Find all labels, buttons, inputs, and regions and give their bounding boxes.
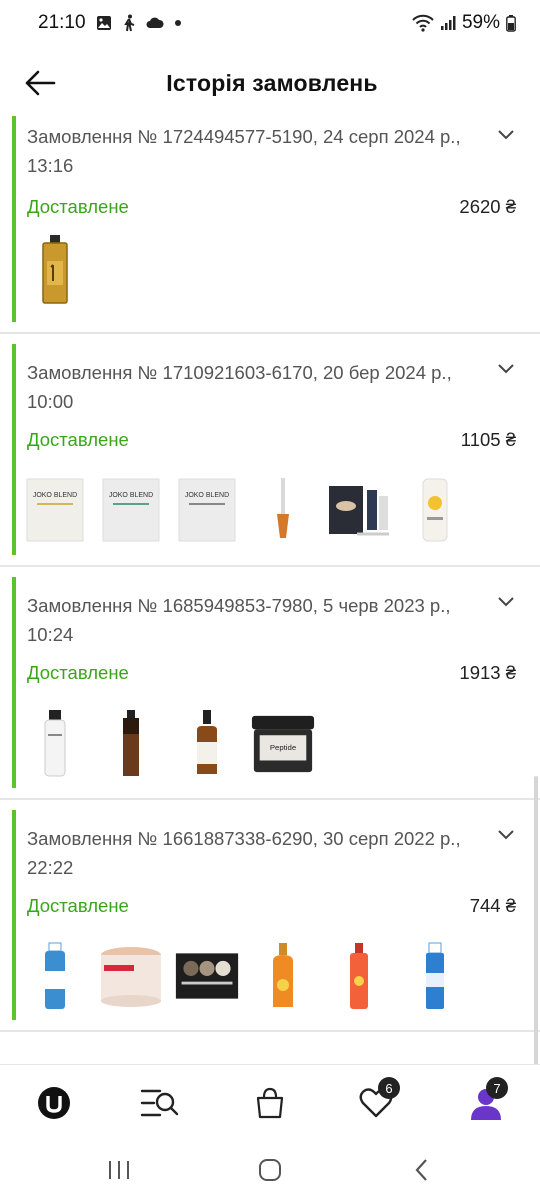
order-title: Замовлення № 1685949853-7980, 5 черв 202… xyxy=(27,595,451,645)
product-thumbnail[interactable]: JOKO BLEND xyxy=(22,475,88,545)
product-thumbnail[interactable] xyxy=(98,708,164,778)
status-right: 59% xyxy=(412,12,516,34)
nav-home[interactable] xyxy=(24,1065,84,1141)
battery-percent: 59% xyxy=(461,12,500,33)
order-accent-bar xyxy=(12,577,16,788)
home-circle-icon xyxy=(259,1159,281,1181)
order-price: 1105 ₴ xyxy=(460,429,516,450)
order-accent-bar xyxy=(12,344,16,555)
product-thumbnail[interactable]: JOKO BLEND xyxy=(174,475,240,545)
page-title: Історія замовлень xyxy=(166,69,378,96)
dot-icon xyxy=(174,19,182,27)
chevron-down-icon[interactable] xyxy=(496,828,516,842)
recents-button[interactable] xyxy=(99,1156,139,1184)
battery-icon xyxy=(506,14,516,32)
order-card[interactable]: Замовлення № 1724494577-5190, 24 серп 20… xyxy=(0,116,540,334)
status-bar: 21:10 59% xyxy=(0,0,540,46)
svg-text:JOKO BLEND: JOKO BLEND xyxy=(109,492,153,499)
order-price: 1913 ₴ xyxy=(459,662,516,683)
product-thumbnail[interactable] xyxy=(326,941,392,1011)
cloud-icon xyxy=(146,17,164,29)
order-status: Доставлене xyxy=(27,895,129,916)
order-products xyxy=(22,232,98,308)
product-thumbnail[interactable] xyxy=(402,475,468,545)
order-accent-bar xyxy=(12,116,16,322)
product-thumbnail[interactable] xyxy=(250,475,316,545)
signal-icon xyxy=(440,15,456,31)
product-thumbnail[interactable] xyxy=(174,941,240,1011)
gallery-icon xyxy=(96,15,112,31)
wifi-icon xyxy=(412,14,434,32)
status-time: 21:10 xyxy=(38,12,86,33)
order-title: Замовлення № 1724494577-5190, 24 серп 20… xyxy=(27,126,461,176)
product-thumbnail[interactable] xyxy=(98,941,164,1011)
product-thumbnail[interactable] xyxy=(402,941,468,1011)
order-status: Доставлене xyxy=(27,662,129,683)
arrow-left-icon xyxy=(25,70,56,96)
bottom-nav: 6 7 xyxy=(0,1064,540,1140)
chevron-down-icon[interactable] xyxy=(496,595,516,609)
nav-wishlist[interactable]: 6 xyxy=(346,1065,406,1141)
svg-text:JOKO BLEND: JOKO BLEND xyxy=(33,492,77,499)
svg-text:JOKO BLEND: JOKO BLEND xyxy=(185,492,229,499)
wishlist-badge: 6 xyxy=(378,1077,400,1099)
order-products xyxy=(22,938,478,1014)
product-thumbnail[interactable]: JOKO BLEND xyxy=(98,475,164,545)
chevron-down-icon[interactable] xyxy=(496,128,516,142)
order-card[interactable]: Замовлення № 1710921603-6170, 20 бер 202… xyxy=(0,334,540,567)
product-thumbnail[interactable] xyxy=(250,941,316,1011)
shopping-bag-icon xyxy=(256,1087,284,1119)
chevron-down-icon[interactable] xyxy=(496,362,516,376)
order-status: Доставлене xyxy=(27,429,129,450)
product-thumbnail[interactable] xyxy=(174,708,240,778)
app-header: Історія замовлень xyxy=(0,50,540,116)
back-button[interactable] xyxy=(18,66,62,100)
system-back-button[interactable] xyxy=(402,1156,442,1184)
nav-cart[interactable] xyxy=(240,1065,300,1141)
product-thumbnail[interactable] xyxy=(22,941,88,1011)
home-logo-icon xyxy=(38,1087,70,1119)
walking-icon xyxy=(122,14,136,32)
product-thumbnail[interactable]: Peptide xyxy=(250,708,316,778)
nav-profile[interactable]: 7 xyxy=(456,1065,516,1141)
home-button[interactable] xyxy=(250,1156,290,1184)
order-title: Замовлення № 1710921603-6170, 20 бер 202… xyxy=(27,362,452,412)
scrollbar[interactable] xyxy=(534,776,538,1064)
order-products: Peptide xyxy=(22,705,326,781)
order-card[interactable]: Замовлення № 1685949853-7980, 5 черв 202… xyxy=(0,567,540,800)
order-status: Доставлене xyxy=(27,196,129,217)
status-left: 21:10 xyxy=(38,12,182,34)
recents-icon xyxy=(109,1161,129,1179)
chevron-left-icon xyxy=(415,1159,427,1181)
product-thumbnail[interactable] xyxy=(22,235,88,305)
order-products: JOKO BLEND JOKO BLEND JOKO BLEND xyxy=(22,472,478,548)
product-thumbnail[interactable] xyxy=(22,708,88,778)
catalog-search-icon xyxy=(140,1089,179,1117)
system-nav-bar xyxy=(0,1140,540,1200)
order-accent-bar xyxy=(12,810,16,1020)
product-thumbnail[interactable] xyxy=(326,475,392,545)
profile-badge: 7 xyxy=(486,1077,508,1099)
order-price: 2620 ₴ xyxy=(459,196,516,217)
order-title: Замовлення № 1661887338-6290, 30 серп 20… xyxy=(27,828,461,878)
nav-catalog[interactable] xyxy=(130,1065,190,1141)
order-price: 744 ₴ xyxy=(469,895,516,916)
svg-text:Peptide: Peptide xyxy=(270,743,296,752)
order-list: Замовлення № 1724494577-5190, 24 серп 20… xyxy=(0,116,540,1064)
order-card[interactable]: Замовлення № 1661887338-6290, 30 серп 20… xyxy=(0,800,540,1032)
